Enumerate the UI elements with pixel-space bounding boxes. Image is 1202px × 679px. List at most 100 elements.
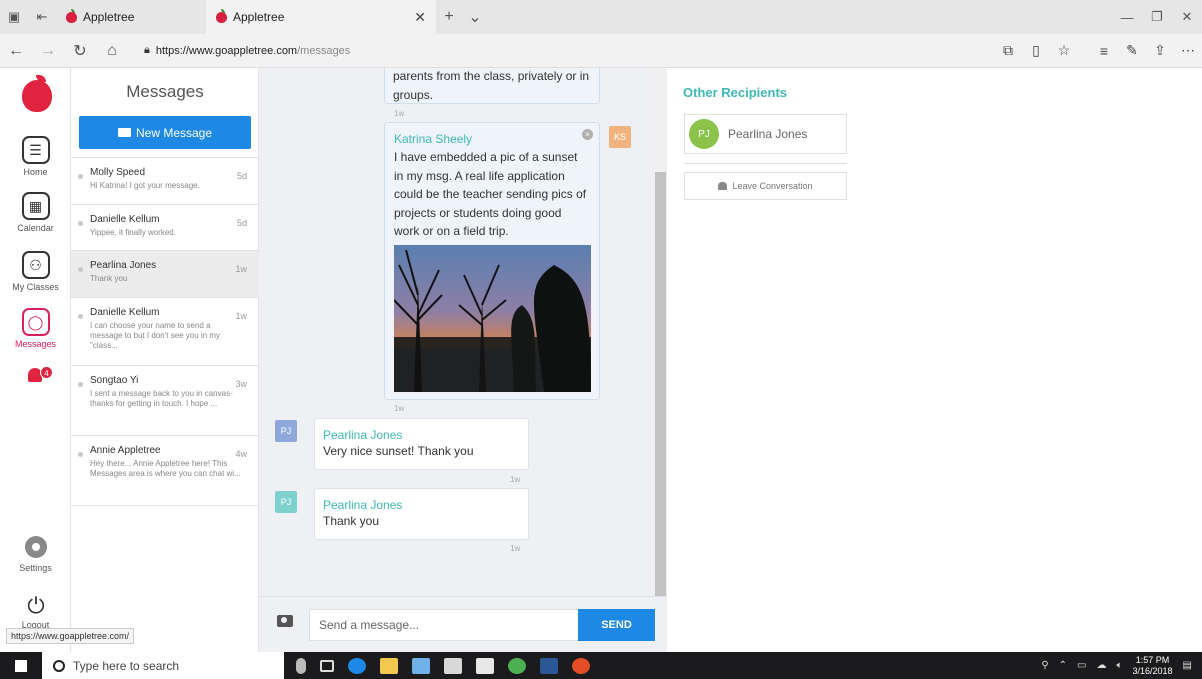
url-path: /messages [297,44,351,57]
conversation-item[interactable]: Danielle Kellum 1w I can choose your nam… [71,297,259,365]
recipients-panel: Other Recipients PJ Pearlina Jones Leave… [667,68,1202,652]
avatar: KS [609,126,631,148]
camera-icon[interactable] [277,615,293,627]
nav-calendar[interactable]: ▦ Calendar [0,192,71,233]
share-icon[interactable]: ⇪ [1146,42,1174,59]
favorites-hub-icon[interactable]: ≡ [1090,43,1118,59]
mail-icon[interactable] [444,657,462,674]
browser-tab-bar: ▣ ⇤ Appletree Appletree ✕ + ⌄ — ❐ ✕ [0,0,1202,34]
send-button[interactable]: SEND [578,609,655,641]
lock-icon: 🔒︎ [144,44,150,56]
favorite-star-icon[interactable]: ☆ [1050,42,1078,59]
nav-my-classes[interactable]: ⚇ My Classes [0,251,71,292]
notifications-bell[interactable]: 4 [28,366,53,384]
set-aside-tabs-icon[interactable]: ⇤ [28,0,56,34]
thread-scrollbar-thumb[interactable] [655,172,666,596]
tab-preview-icon[interactable]: ▣ [0,0,28,34]
conversation-item[interactable]: Molly Speed 5d Hi Katrina! I got your me… [71,157,259,204]
recipient-name: Pearlina Jones [728,127,808,141]
settings-label[interactable]: Settings [0,563,71,573]
app-icon[interactable] [412,657,430,674]
nav-messages[interactable]: ◯ Messages [0,308,71,349]
appletree-favicon-icon [66,8,77,23]
message-time: 1w [394,404,405,413]
system-tray: ⚲ ⌃ ▭ ☁ 🔈︎ 1:57 PM 3/16/2018 ▤ [1041,655,1202,676]
leave-conversation-button[interactable]: Leave Conversation [684,172,847,200]
power-icon[interactable]: ⏻ [25,593,47,619]
status-bar-url: https://www.goappletree.com/ [6,628,135,644]
conversation-name: Songtao Yi [90,375,139,386]
conversation-time: 1w [235,311,247,321]
new-tab-icon[interactable]: + [436,8,462,26]
cloud-icon[interactable]: ☁ [1097,660,1107,671]
battery-icon[interactable]: ▭ [1077,660,1086,671]
back-arrow-icon[interactable]: ← [0,42,32,60]
more-options-icon[interactable]: ⋯ [1174,42,1202,59]
message-thread[interactable]: parents from the class, privately or in … [259,68,667,596]
reading-view-icon[interactable]: ▯ [1022,42,1050,59]
gear-icon[interactable] [25,536,47,558]
cortana-icon [53,659,65,672]
message-body: Very nice sunset! Thank you [323,444,474,458]
chrome-icon[interactable] [572,657,590,674]
nav-calendar-label: Calendar [17,223,54,233]
conversation-item[interactable]: Songtao Yi 3w I sent a message back to y… [71,365,259,435]
action-center-icon[interactable]: ▤ [1183,660,1192,671]
people-icon: ⚇ [21,251,50,279]
chrome-icon[interactable] [508,657,526,674]
message-bubble: Pearlina Jones Very nice sunset! Thank y… [314,418,529,470]
volume-icon[interactable]: 🔈︎ [1117,660,1123,671]
task-view-icon[interactable] [320,659,334,672]
refresh-icon[interactable]: ↻ [64,41,96,61]
edge-browser-icon[interactable] [348,657,366,674]
minimize-button[interactable]: — [1112,10,1142,25]
url-field[interactable]: 🔒︎ https://www.goappletree.com/messages [136,38,936,64]
close-window-button[interactable]: ✕ [1172,9,1202,25]
close-tab-icon[interactable]: ✕ [414,9,426,26]
conversation-item[interactable]: Danielle Kellum 5d Yippee, it finally wo… [71,204,259,250]
people-icon[interactable]: ⚲ [1041,660,1048,671]
message-input[interactable] [309,609,579,641]
new-message-label: New Message [135,125,213,140]
conversation-item[interactable]: Annie Appletree 4w Hey there... Annie Ap… [71,435,259,506]
microphone-icon[interactable] [296,657,306,674]
start-button[interactable] [0,652,42,679]
windows-taskbar: Type here to search ⚲ ⌃ ▭ ☁ 🔈︎ 1:57 PM 3… [0,652,1202,679]
conversation-list-panel: Messages New Message Molly Speed 5d Hi K… [71,68,259,652]
new-message-button[interactable]: New Message [79,116,251,149]
appletree-logo-icon[interactable] [22,75,52,112]
tab-title: Appletree [233,10,285,24]
page-title: Messages [126,82,204,101]
conversation-time: 3w [235,379,247,389]
tab-preview-icon[interactable]: ⧉ [994,42,1022,59]
browser-tab-2[interactable]: Appletree ✕ [206,0,436,34]
recipients-title: Other Recipients [683,85,788,100]
notification-count-badge: 4 [40,366,53,379]
clock[interactable]: 1:57 PM 3/16/2018 [1133,655,1173,676]
recipient-card[interactable]: PJ Pearlina Jones [684,114,847,154]
web-note-icon[interactable]: ✎ [1118,42,1146,59]
message-time: 1w [394,109,405,118]
file-explorer-icon[interactable] [380,657,398,674]
chevron-up-icon[interactable]: ⌃ [1059,660,1067,671]
avatar: PJ [275,420,297,442]
message-body: Thank you [323,514,380,528]
message-body: parents from the class, privately or in … [393,69,590,102]
sunset-photo[interactable] [394,245,591,392]
conversation-preview: I can choose your name to send a message… [90,321,221,350]
restore-button[interactable]: ❐ [1142,9,1172,25]
message-time: 1w [510,544,521,553]
store-icon[interactable] [476,657,494,674]
conversation-item-selected[interactable]: Pearlina Jones 1w Thank you [71,250,259,297]
calendar-icon: ▦ [21,192,50,220]
conversation-name: Molly Speed [90,167,146,178]
delete-message-icon[interactable]: × [582,129,593,140]
taskbar-search[interactable]: Type here to search [42,652,284,679]
forward-arrow-icon[interactable]: → [32,42,64,60]
home-icon[interactable]: ⌂ [96,42,128,60]
message-time: 1w [510,475,521,484]
tab-list-chevron-icon[interactable]: ⌄ [462,7,488,27]
word-icon[interactable] [540,657,558,674]
browser-tab-1[interactable]: Appletree [56,0,206,34]
nav-home[interactable]: ☰ Home [0,136,71,177]
